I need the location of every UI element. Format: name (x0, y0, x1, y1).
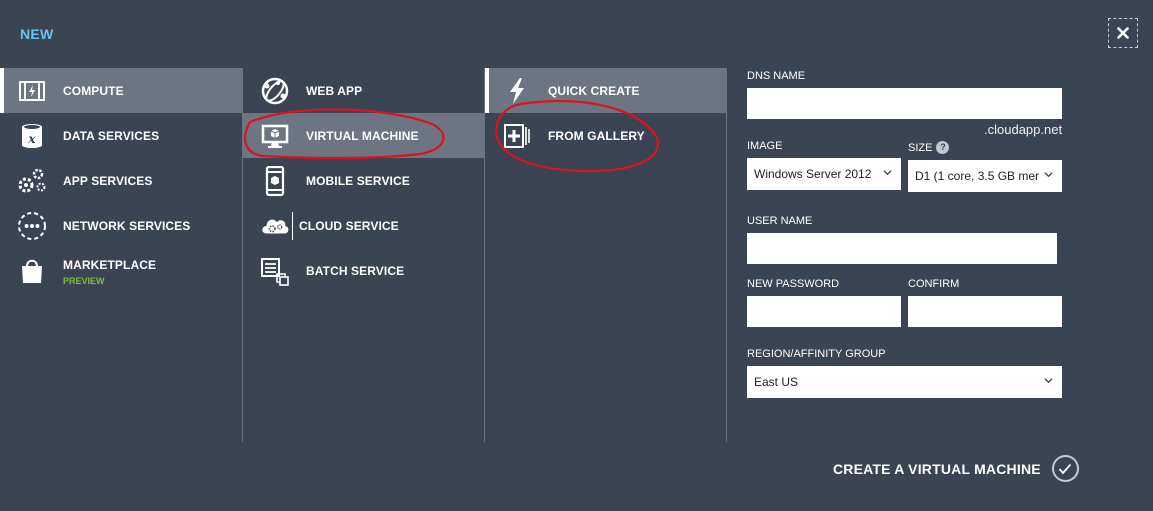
help-icon[interactable]: ? (936, 141, 950, 154)
marketplace-icon (17, 256, 47, 286)
size-select[interactable]: D1 (1 core, 3.5 GB mer (908, 160, 1062, 192)
service-label: MOBILE SERVICE (306, 173, 410, 188)
category-label: DATA SERVICES (63, 128, 160, 143)
column-divider (726, 68, 727, 442)
confirm-password-input[interactable] (908, 296, 1062, 327)
category-compute[interactable]: COMPUTE (0, 68, 242, 113)
app-services-icon (17, 166, 47, 196)
create-vm-label: CREATE A VIRTUAL MACHINE (833, 460, 1041, 477)
category-marketplace[interactable]: MARKETPLACE PREVIEW (0, 248, 242, 293)
image-select[interactable]: Windows Server 2012 (747, 158, 901, 190)
dns-name-input[interactable] (747, 88, 1062, 119)
category-list: COMPUTE x DATA SERVICES APP SERVICES NET… (0, 68, 242, 293)
chevron-down-icon (1044, 378, 1053, 384)
option-label: QUICK CREATE (548, 83, 640, 98)
category-label: NETWORK SERVICES (63, 218, 191, 233)
create-vm-button[interactable]: CREATE A VIRTUAL MACHINE (833, 455, 1079, 482)
option-from-gallery[interactable]: FROM GALLERY (485, 113, 727, 158)
option-quick-create[interactable]: QUICK CREATE (485, 68, 727, 113)
virtual-machine-icon (260, 121, 290, 151)
chevron-down-icon (1044, 172, 1053, 178)
image-value: Windows Server 2012 (754, 167, 872, 181)
svg-text:x: x (27, 132, 36, 146)
preview-badge: PREVIEW (63, 275, 105, 286)
cloud-service-icon (260, 211, 290, 241)
lightning-icon (502, 76, 532, 106)
user-name-input[interactable] (747, 233, 1057, 264)
size-label: SIZE (908, 142, 933, 154)
option-label: FROM GALLERY (548, 128, 645, 143)
region-select[interactable]: East US (747, 366, 1062, 398)
close-button[interactable] (1108, 18, 1138, 48)
new-password-label: NEW PASSWORD (747, 278, 840, 290)
service-cloud-service[interactable]: CLOUD SERVICE (243, 203, 485, 248)
data-services-icon: x (17, 121, 47, 151)
marketplace-text: MARKETPLACE PREVIEW (63, 256, 156, 286)
service-label: VIRTUAL MACHINE (306, 128, 419, 143)
batch-service-icon (260, 256, 290, 286)
page-title: NEW (20, 26, 54, 42)
image-label: IMAGE (747, 140, 783, 152)
category-label: MARKETPLACE (63, 257, 157, 272)
checkmark-icon (1051, 455, 1079, 482)
service-virtual-machine[interactable]: VIRTUAL MACHINE (243, 113, 485, 158)
category-data-services[interactable]: x DATA SERVICES (0, 113, 242, 158)
gallery-add-icon (502, 121, 532, 151)
service-list: WEB APP VIRTUAL MACHINE MOBILE SERVICE C… (242, 68, 485, 442)
dns-suffix: .cloudapp.net (984, 122, 1063, 137)
close-icon (1117, 27, 1129, 39)
service-label: CLOUD SERVICE (299, 218, 399, 233)
service-batch-service[interactable]: BATCH SERVICE (243, 248, 485, 293)
category-app-services[interactable]: APP SERVICES (0, 158, 242, 203)
network-services-icon (17, 211, 47, 241)
region-label: REGION/AFFINITY GROUP (747, 348, 886, 360)
service-label: BATCH SERVICE (306, 263, 405, 278)
size-label-row: SIZE? (908, 141, 950, 154)
size-value: D1 (1 core, 3.5 GB mer (915, 169, 1040, 183)
confirm-label: CONFIRM (908, 278, 960, 290)
service-label: WEB APP (306, 83, 363, 98)
service-mobile-service[interactable]: MOBILE SERVICE (243, 158, 485, 203)
new-password-input[interactable] (747, 296, 901, 327)
category-label: COMPUTE (63, 83, 124, 98)
web-app-icon (260, 76, 290, 106)
create-option-list: QUICK CREATE FROM GALLERY (484, 68, 727, 442)
user-name-label: USER NAME (747, 215, 813, 227)
category-network-services[interactable]: NETWORK SERVICES (0, 203, 242, 248)
compute-icon (17, 76, 47, 106)
service-web-app[interactable]: WEB APP (243, 68, 485, 113)
category-label: APP SERVICES (63, 173, 153, 188)
region-value: East US (754, 375, 799, 389)
mobile-service-icon (260, 165, 290, 196)
dns-name-label: DNS NAME (747, 70, 806, 82)
divider (292, 211, 293, 240)
chevron-down-icon (883, 170, 892, 176)
